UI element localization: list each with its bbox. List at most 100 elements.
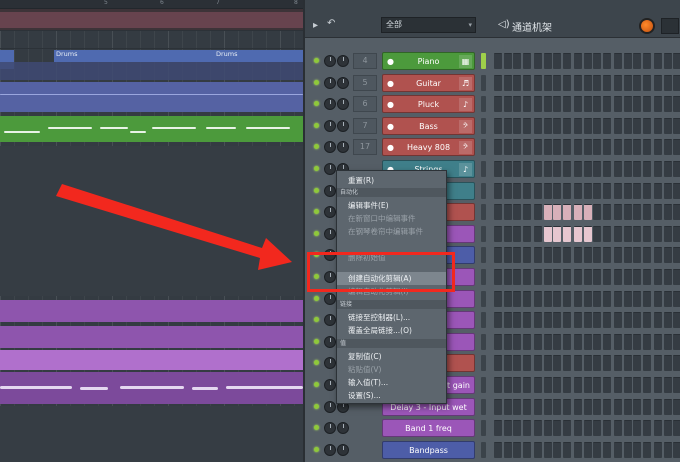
step-button[interactable] xyxy=(503,441,512,458)
step-button[interactable] xyxy=(534,74,542,91)
step-button[interactable] xyxy=(503,117,512,134)
step-button[interactable] xyxy=(513,441,521,458)
step-button[interactable] xyxy=(593,420,601,437)
channel-name-button[interactable]: Guitar ● ♬ xyxy=(382,73,475,92)
step-button[interactable] xyxy=(633,420,641,437)
volume-knob[interactable] xyxy=(337,76,349,89)
empty-tracks-area[interactable] xyxy=(0,146,303,296)
channel-select-bar[interactable] xyxy=(481,247,486,264)
step-button[interactable] xyxy=(654,247,662,264)
step-button[interactable] xyxy=(522,333,531,350)
step-button[interactable] xyxy=(583,312,592,329)
step-button[interactable] xyxy=(583,225,592,242)
step-button[interactable] xyxy=(673,182,680,199)
pan-knob[interactable] xyxy=(324,379,336,391)
menu-item-edit-events-piano-roll[interactable]: 在钢琴卷帘中编辑事件 xyxy=(337,225,446,238)
step-button[interactable] xyxy=(663,290,672,307)
step-button[interactable] xyxy=(494,441,502,458)
step-button[interactable] xyxy=(623,247,632,264)
step-button[interactable] xyxy=(633,225,641,242)
channel-row[interactable]: 17 Heavy 808 ● 𝄢 xyxy=(305,137,680,157)
step-button[interactable] xyxy=(614,355,622,372)
step-button[interactable] xyxy=(522,398,531,415)
channel-mute-led[interactable] xyxy=(314,209,319,215)
step-button[interactable] xyxy=(614,247,622,264)
step-button[interactable] xyxy=(593,74,601,91)
step-button[interactable] xyxy=(543,355,552,372)
channel-mute-led[interactable] xyxy=(314,403,319,409)
step-button[interactable] xyxy=(642,398,651,415)
channel-select-bar[interactable] xyxy=(481,398,486,415)
audio-clip[interactable] xyxy=(0,372,303,404)
step-button[interactable] xyxy=(513,225,521,242)
step-button[interactable] xyxy=(614,161,622,177)
step-button[interactable] xyxy=(562,441,571,458)
step-button[interactable] xyxy=(522,74,531,91)
step-button[interactable] xyxy=(673,161,680,177)
pan-knob[interactable] xyxy=(324,184,336,197)
step-button[interactable] xyxy=(562,312,571,329)
step-button[interactable] xyxy=(522,247,531,264)
mixer-track-number[interactable]: 6 xyxy=(353,96,377,113)
rack-options-button[interactable] xyxy=(661,18,679,34)
step-button[interactable] xyxy=(543,420,552,437)
channel-mute-led[interactable] xyxy=(314,230,319,236)
step-button[interactable] xyxy=(602,225,611,242)
channel-mute-led[interactable] xyxy=(314,144,319,150)
drums-clip[interactable]: Drums xyxy=(54,50,214,62)
step-button[interactable] xyxy=(673,139,680,156)
step-button[interactable] xyxy=(534,441,542,458)
step-button[interactable] xyxy=(673,269,680,285)
step-button[interactable] xyxy=(633,53,641,69)
step-button[interactable] xyxy=(663,420,672,437)
step-button[interactable] xyxy=(623,225,632,242)
step-button[interactable] xyxy=(614,74,622,91)
step-button[interactable] xyxy=(633,377,641,393)
step-button[interactable] xyxy=(663,161,672,177)
step-button[interactable] xyxy=(503,420,512,437)
channel-mute-led[interactable] xyxy=(314,122,319,128)
step-button[interactable] xyxy=(503,269,512,285)
step-button[interactable] xyxy=(654,290,662,307)
step-button[interactable] xyxy=(614,225,622,242)
step-button[interactable] xyxy=(513,312,521,329)
step-button[interactable] xyxy=(673,290,680,307)
step-button[interactable] xyxy=(574,225,582,242)
step-button[interactable] xyxy=(633,269,641,285)
step-button[interactable] xyxy=(494,225,502,242)
volume-knob[interactable] xyxy=(337,98,349,111)
pan-knob[interactable] xyxy=(324,98,336,111)
step-button[interactable] xyxy=(642,225,651,242)
step-button[interactable] xyxy=(543,96,552,113)
menu-item-copy-value[interactable]: 复制值(C) xyxy=(337,350,446,363)
step-button[interactable] xyxy=(673,377,680,393)
step-button[interactable] xyxy=(494,377,502,393)
step-button[interactable] xyxy=(623,204,632,221)
step-button[interactable] xyxy=(623,182,632,199)
step-button[interactable] xyxy=(503,204,512,221)
step-button[interactable] xyxy=(673,204,680,221)
step-button[interactable] xyxy=(534,161,542,177)
step-button[interactable] xyxy=(513,117,521,134)
channel-mute-led[interactable] xyxy=(314,187,319,193)
step-button[interactable] xyxy=(602,117,611,134)
step-button[interactable] xyxy=(654,74,662,91)
channel-row[interactable]: 6 Pluck ● ♪ xyxy=(305,94,680,114)
channel-select-bar[interactable] xyxy=(481,420,486,437)
step-button[interactable] xyxy=(513,269,521,285)
channel-select-bar[interactable] xyxy=(481,161,486,177)
mixer-track-number[interactable]: 7 xyxy=(353,117,377,134)
step-button[interactable] xyxy=(663,204,672,221)
step-button[interactable] xyxy=(673,420,680,437)
channel-mute-led[interactable] xyxy=(314,166,319,171)
step-button[interactable] xyxy=(593,117,601,134)
channel-mute-led[interactable] xyxy=(314,360,319,366)
step-button[interactable] xyxy=(543,247,552,264)
step-button[interactable] xyxy=(602,441,611,458)
step-button[interactable] xyxy=(583,333,592,350)
step-button[interactable] xyxy=(553,247,561,264)
menu-item-link-controller[interactable]: 链接至控制器(L)... xyxy=(337,311,446,324)
step-button[interactable] xyxy=(642,333,651,350)
step-button[interactable] xyxy=(663,355,672,372)
step-button[interactable] xyxy=(534,247,542,264)
